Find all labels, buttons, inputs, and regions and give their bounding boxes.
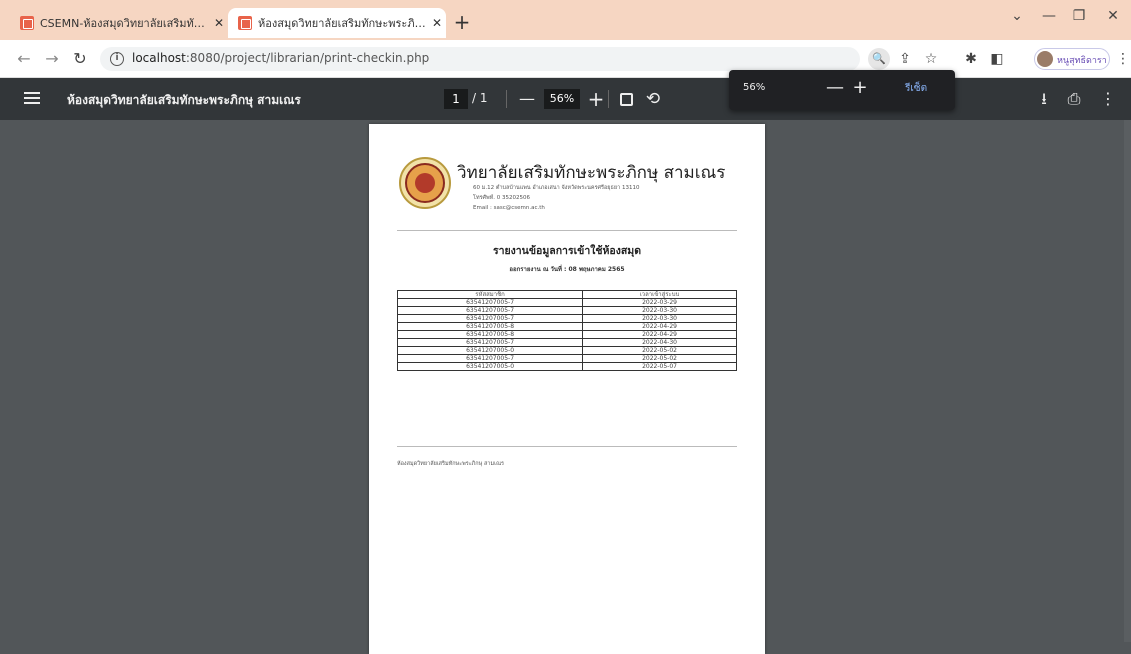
new-tab-button[interactable]: +: [450, 10, 474, 34]
address-bar-row: ← → ↻ i localhost:8080/project/librarian…: [0, 40, 1131, 78]
site-favicon-icon: [238, 16, 252, 30]
school-seal-logo: [399, 157, 451, 209]
close-window-button[interactable]: ✕: [1098, 8, 1128, 24]
checkin-table: รหัสสมาชิก เวลาเข้าสู่ระบบ 63541207005-7…: [396, 290, 737, 371]
member-id-cell: 63541207005-7: [396, 306, 584, 315]
back-button[interactable]: ←: [14, 49, 34, 69]
zoom-popup-minus-button[interactable]: —: [824, 77, 846, 99]
page-total: / 1: [472, 91, 488, 105]
address-line: 60 ม.12 ตำบลบ้านแพน อำเภอเสนา จังหวัดพระ…: [473, 185, 640, 191]
table-row: 63541207005-7 2022-04-30: [396, 338, 737, 347]
profile-name: หนูสุทธิดารา: [1057, 56, 1107, 66]
tab-csemn[interactable]: CSEMN-ห้องสมุดวิทยาลัยเสริมทักษะ ✕: [10, 8, 228, 38]
zoom-level-input[interactable]: 56%: [544, 89, 580, 109]
school-name: วิทยาลัยเสริมทักษะพระภิกษุ สามเณร: [457, 163, 726, 183]
tab-strip: CSEMN-ห้องสมุดวิทยาลัยเสริมทักษะ ✕ ห้องส…: [0, 0, 1131, 40]
member-id-cell: 63541207005-8: [396, 322, 584, 331]
tab-search-icon[interactable]: ⌄: [1002, 8, 1032, 24]
profile-chip[interactable]: หนูสุทธิดารา: [1034, 48, 1110, 70]
column-header: เวลาเข้าสู่ระบบ: [582, 290, 737, 299]
side-panel-icon[interactable]: ◧: [986, 48, 1008, 70]
member-id-cell: 63541207005-0: [396, 346, 584, 355]
table-row: 63541207005-8 2022-04-29: [396, 330, 737, 339]
share-icon[interactable]: ⇪: [894, 48, 916, 70]
tab-title: ห้องสมุดวิทยาลัยเสริมทักษะพระภิกษุ สามเณ…: [258, 17, 428, 30]
checkin-date-cell: 2022-03-30: [582, 306, 737, 315]
tab-library-report[interactable]: ห้องสมุดวิทยาลัยเสริมทักษะพระภิกษุ สามเณ…: [228, 8, 446, 38]
zoom-out-button[interactable]: —: [515, 87, 539, 111]
document-title: ห้องสมุดวิทยาลัยเสริมทักษะพระภิกษุ สามเณ…: [67, 93, 301, 107]
member-id-cell: 63541207005-8: [396, 330, 584, 339]
checkin-date-cell: 2022-05-07: [582, 362, 737, 371]
checkin-date-cell: 2022-03-30: [582, 314, 737, 323]
checkin-date-cell: 2022-04-29: [582, 322, 737, 331]
report-date: ออกรายงาน ณ วันที่ : 08 พฤษภาคม 2565: [509, 266, 625, 273]
reload-button[interactable]: ↻: [70, 49, 90, 69]
table-header-row: รหัสสมาชิก เวลาเข้าสู่ระบบ: [396, 290, 737, 299]
bookmark-star-icon[interactable]: ☆: [920, 48, 942, 70]
member-id-cell: 63541207005-7: [396, 338, 584, 347]
address-bar[interactable]: i localhost:8080/project/librarian/print…: [100, 47, 860, 71]
header-divider: [397, 230, 737, 231]
extensions-icon[interactable]: ✱: [960, 48, 982, 70]
site-favicon-icon: [20, 16, 34, 30]
print-icon[interactable]: ⎙: [1062, 87, 1086, 111]
zoom-in-button[interactable]: +: [584, 87, 608, 111]
member-id-cell: 63541207005-7: [396, 314, 584, 323]
close-tab-icon[interactable]: ✕: [210, 16, 228, 30]
phone-line: โทรศัพท์. 0 35202506: [473, 195, 531, 201]
table-row: 63541207005-7 2022-03-29: [396, 298, 737, 307]
table-row: 63541207005-0 2022-05-07: [396, 362, 737, 371]
checkin-date-cell: 2022-05-02: [582, 346, 737, 355]
report-title: รายงานข้อมูลการเข้าใช้ห้องสมุด: [492, 245, 642, 257]
zoom-popup-value: 56%: [743, 82, 766, 93]
rotate-icon[interactable]: ⟲: [641, 87, 665, 111]
checkin-date-cell: 2022-04-30: [582, 338, 737, 347]
footer-divider: [397, 446, 737, 447]
maximize-button[interactable]: ❐: [1064, 8, 1094, 24]
forward-button[interactable]: →: [42, 49, 62, 69]
document-viewer[interactable]: วิทยาลัยเสริมทักษะพระภิกษุ สามเณร 60 ม.1…: [0, 120, 1131, 654]
email-line: Email : sasc@csemn.ac.th: [473, 205, 545, 211]
menu-icon[interactable]: [24, 92, 40, 104]
checkin-date-cell: 2022-05-02: [582, 354, 737, 363]
zoom-reset-button[interactable]: รีเซ็ต: [905, 81, 927, 96]
pdf-toolbar: ห้องสมุดวิทยาลัยเสริมทักษะพระภิกษุ สามเณ…: [0, 78, 1131, 120]
page-number-input[interactable]: 1: [444, 89, 468, 109]
checkin-date-cell: 2022-03-29: [582, 298, 737, 307]
member-id-cell: 63541207005-7: [396, 354, 584, 363]
avatar: [1037, 51, 1053, 67]
pdf-page: วิทยาลัยเสริมทักษะพระภิกษุ สามเณร 60 ม.1…: [369, 124, 765, 654]
table-row: 63541207005-7 2022-05-02: [396, 354, 737, 363]
browser-menu-icon[interactable]: ⋮: [1112, 48, 1131, 70]
table-row: 63541207005-7 2022-03-30: [396, 314, 737, 323]
scrollbar[interactable]: [1124, 120, 1131, 642]
member-id-cell: 63541207005-7: [396, 298, 584, 307]
toolbar-divider: [608, 90, 609, 108]
close-tab-icon[interactable]: ✕: [428, 16, 446, 30]
more-options-icon[interactable]: ⋮: [1096, 87, 1120, 111]
document-footer: ห้องสมุดวิทยาลัยเสริมทักษะพระภิกษุ สามเณ…: [397, 461, 505, 467]
site-info-icon[interactable]: i: [110, 52, 124, 66]
fit-page-icon[interactable]: [614, 87, 638, 111]
minimize-button[interactable]: —: [1034, 8, 1064, 24]
checkin-date-cell: 2022-04-29: [582, 330, 737, 339]
zoom-indicator-icon[interactable]: 🔍: [868, 48, 890, 70]
table-row: 63541207005-7 2022-03-30: [396, 306, 737, 315]
member-id-cell: 63541207005-0: [396, 362, 584, 371]
table-row: 63541207005-8 2022-04-29: [396, 322, 737, 331]
table-row: 63541207005-0 2022-05-02: [396, 346, 737, 355]
zoom-popup-plus-button[interactable]: +: [849, 77, 871, 99]
download-icon[interactable]: ⭳: [1032, 87, 1056, 111]
url-text: localhost:8080/project/librarian/print-c…: [132, 51, 430, 65]
zoom-popup: 56% — + รีเซ็ต: [729, 70, 955, 110]
tab-title: CSEMN-ห้องสมุดวิทยาลัยเสริมทักษะ: [40, 17, 210, 30]
toolbar-divider: [506, 90, 507, 108]
column-header: รหัสสมาชิก: [396, 290, 584, 299]
